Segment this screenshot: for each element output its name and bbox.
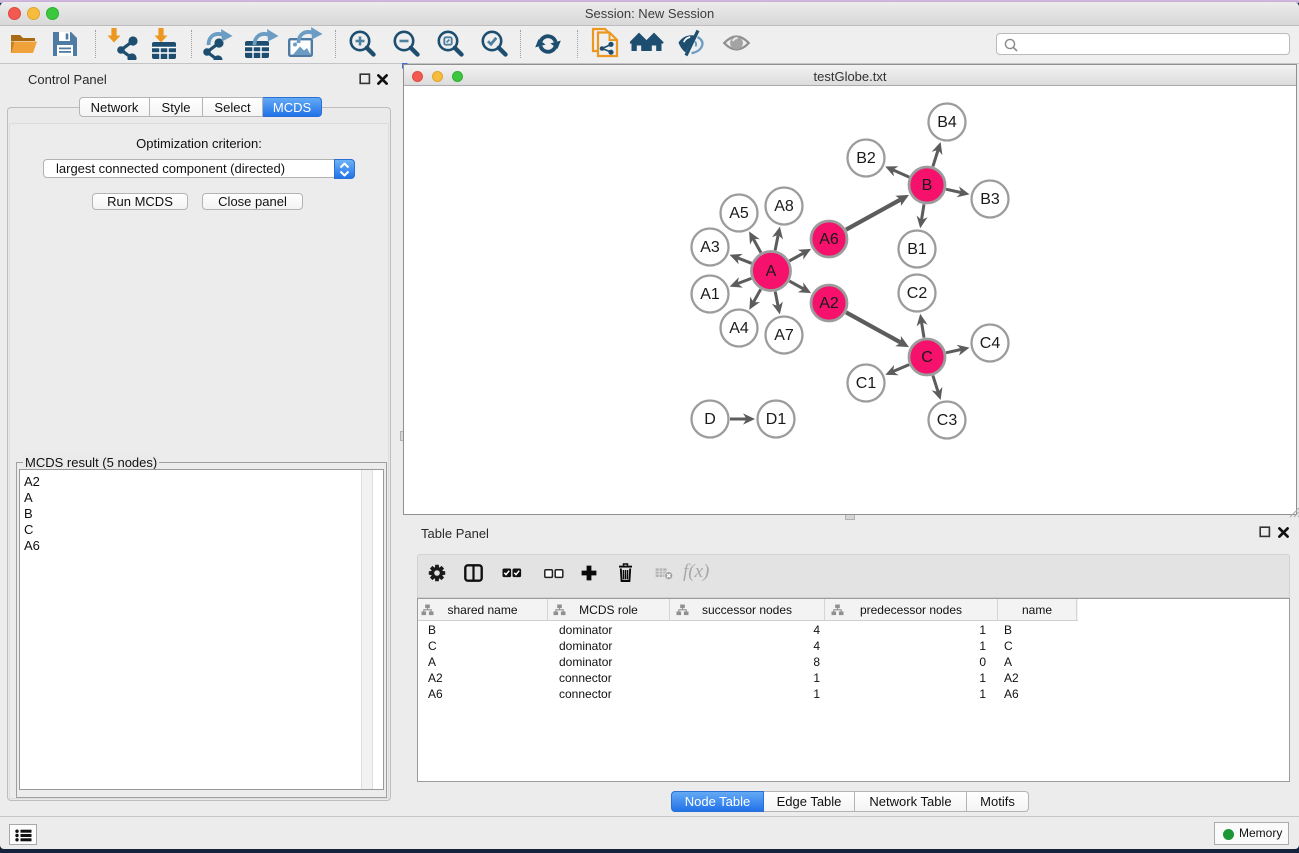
svg-text:B3: B3 xyxy=(980,191,1000,208)
svg-text:A2: A2 xyxy=(819,295,839,312)
svg-text:C: C xyxy=(921,349,933,366)
svg-text:A: A xyxy=(766,263,777,280)
svg-text:D: D xyxy=(704,411,716,428)
svg-text:D1: D1 xyxy=(766,411,787,428)
svg-text:C2: C2 xyxy=(907,285,928,302)
svg-text:A6: A6 xyxy=(819,231,839,248)
svg-text:B2: B2 xyxy=(856,150,876,167)
svg-text:B: B xyxy=(922,177,933,194)
svg-text:C1: C1 xyxy=(856,375,877,392)
svg-text:C4: C4 xyxy=(980,335,1001,352)
svg-text:C3: C3 xyxy=(937,412,958,429)
svg-text:A1: A1 xyxy=(700,286,720,303)
svg-text:A8: A8 xyxy=(774,198,794,215)
svg-text:B4: B4 xyxy=(937,114,957,131)
svg-text:A4: A4 xyxy=(729,320,749,337)
svg-text:B1: B1 xyxy=(907,241,927,258)
svg-text:A3: A3 xyxy=(700,239,720,256)
svg-text:A5: A5 xyxy=(729,205,749,222)
svg-text:A7: A7 xyxy=(774,327,794,344)
